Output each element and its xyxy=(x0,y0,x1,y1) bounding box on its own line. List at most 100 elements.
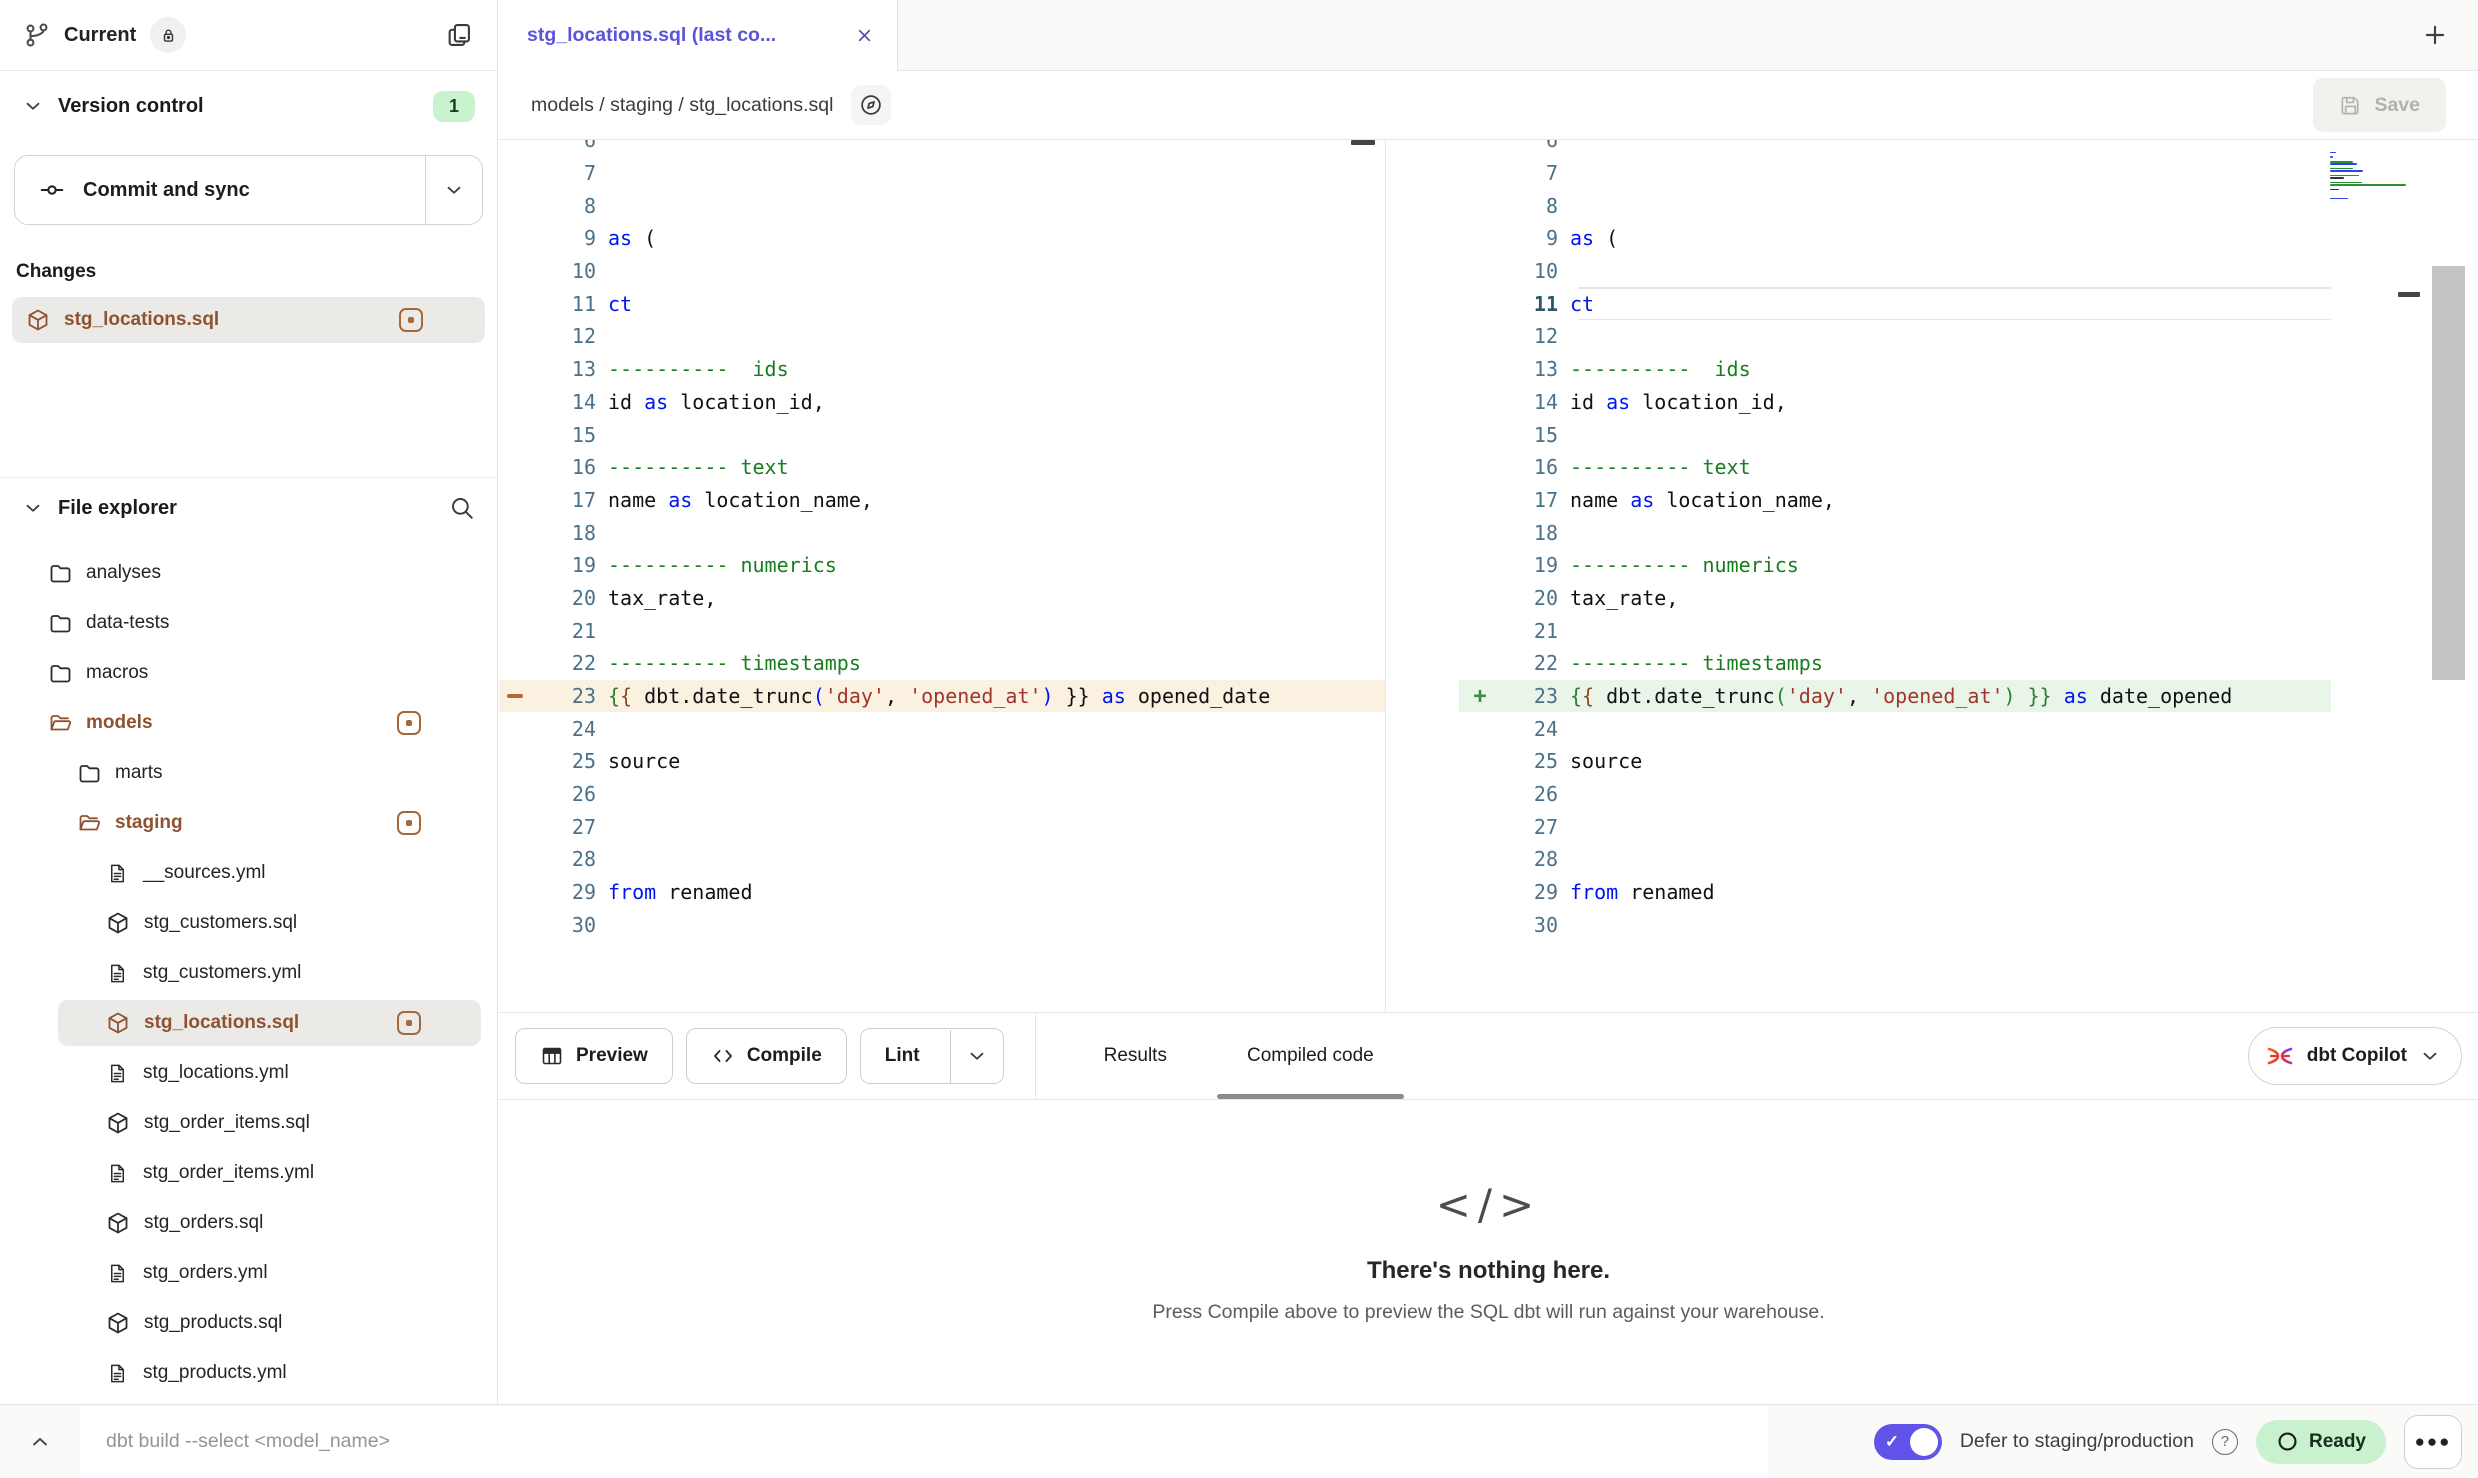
code-text: id as location_id, xyxy=(608,390,825,414)
vertical-scrollbar[interactable] xyxy=(2432,266,2465,680)
doc-icon xyxy=(106,1362,129,1385)
commit-and-sync-main[interactable]: Commit and sync xyxy=(15,156,425,224)
collapse-command-bar[interactable] xyxy=(0,1430,80,1454)
file-tree-item-stg-products-sql[interactable]: stg_products.sql xyxy=(0,1298,497,1348)
code-line-16: 16---------- text xyxy=(499,451,1385,484)
minimap[interactable] xyxy=(2330,145,2410,202)
code-text: name as location_name, xyxy=(608,488,873,512)
file-tree-item-stg-orders-yml[interactable]: stg_orders.yml xyxy=(0,1248,497,1298)
line-number: 25 xyxy=(499,749,596,773)
lineage-button[interactable] xyxy=(851,85,891,125)
code-line-25: 25source xyxy=(1459,745,2331,778)
version-control-header[interactable]: Version control 1 xyxy=(0,71,497,141)
status-bar: ✓ Defer to staging/production ? Ready ●●… xyxy=(0,1404,2478,1478)
code-line-16: 16---------- text xyxy=(1459,451,2331,484)
code-text: name as location_name, xyxy=(1570,488,1835,512)
file-tree-item-stg-orders-sql[interactable]: stg_orders.sql xyxy=(0,1198,497,1248)
file-tree-item-stg-order-items-sql[interactable]: stg_order_items.sql xyxy=(0,1098,497,1148)
line-number: 30 xyxy=(1459,913,1558,937)
code-text: id as location_id, xyxy=(1570,390,1787,414)
command-input[interactable] xyxy=(80,1406,1768,1478)
file-explorer-header[interactable]: File explorer xyxy=(0,478,497,538)
diff-pane-modified[interactable]: 6789as (1011ct1213---------- ids14id as … xyxy=(1459,140,2478,1012)
code-line-24: 24 xyxy=(499,712,1385,745)
lint-options-caret[interactable] xyxy=(950,1030,1003,1083)
copy-icon[interactable] xyxy=(445,21,473,49)
line-number: 6 xyxy=(1459,140,1558,152)
code-text: ct xyxy=(1570,292,1594,316)
version-control-title: Version control xyxy=(58,95,204,118)
file-tree-item-analyses[interactable]: analyses xyxy=(0,548,497,598)
file-tree-item-marts[interactable]: marts xyxy=(0,748,497,798)
code-line-23: 23{{ dbt.date_trunc('day', 'opened_at') … xyxy=(499,680,1385,713)
close-icon[interactable] xyxy=(854,25,875,46)
tab-results[interactable]: Results xyxy=(1064,1013,1207,1099)
code-text: tax_rate, xyxy=(608,586,716,610)
breadcrumb-bar: models / staging / stg_locations.sql Sav… xyxy=(499,71,2478,140)
empty-state-subtitle: Press Compile above to preview the SQL d… xyxy=(1152,1301,1824,1324)
file-tree-item-stg-products-yml[interactable]: stg_products.yml xyxy=(0,1348,497,1398)
file-tree-item-staging[interactable]: staging xyxy=(0,798,497,848)
line-number: 17 xyxy=(1459,488,1558,512)
code-line-13: 13---------- ids xyxy=(1459,353,2331,386)
preview-button[interactable]: Preview xyxy=(515,1028,673,1084)
file-tree-item--sources-yml[interactable]: __sources.yml xyxy=(0,848,497,898)
status-badge[interactable]: Ready xyxy=(2256,1420,2386,1464)
code-line-21: 21 xyxy=(1459,614,2331,647)
code-line-6: 6 xyxy=(1459,140,2331,157)
toggle-knob xyxy=(1910,1428,1938,1456)
code-icon xyxy=(711,1044,735,1068)
tab-compiled-code[interactable]: Compiled code xyxy=(1207,1013,1414,1099)
file-label: __sources.yml xyxy=(143,862,266,884)
file-tree-item-stg-customers-sql[interactable]: stg_customers.sql xyxy=(0,898,497,948)
line-number: 14 xyxy=(499,390,596,414)
save-icon xyxy=(2339,94,2362,117)
lint-button[interactable]: Lint xyxy=(860,1028,1004,1084)
line-number: 16 xyxy=(1459,455,1558,479)
help-icon[interactable]: ? xyxy=(2212,1429,2238,1455)
search-icon[interactable] xyxy=(449,495,475,521)
line-number: 14 xyxy=(1459,390,1558,414)
ellipsis-icon[interactable]: ●●● xyxy=(2404,1415,2462,1469)
dbt-copilot-button[interactable]: dbt Copilot xyxy=(2248,1027,2462,1085)
save-button[interactable]: Save xyxy=(2313,78,2446,132)
code-line-30: 30 xyxy=(1459,909,2331,942)
line-number: 21 xyxy=(1459,619,1558,643)
file-label: stg_order_items.yml xyxy=(143,1162,314,1184)
changes-count-badge: 1 xyxy=(433,91,475,122)
file-tree-item-stg-order-items-yml[interactable]: stg_order_items.yml xyxy=(0,1148,497,1198)
file-tree-item-data-tests[interactable]: data-tests xyxy=(0,598,497,648)
compile-button[interactable]: Compile xyxy=(686,1028,847,1084)
code-line-12: 12 xyxy=(499,320,1385,353)
code-line-22: 22---------- timestamps xyxy=(1459,647,2331,680)
file-tree-item-macros[interactable]: macros xyxy=(0,648,497,698)
line-number: 15 xyxy=(1459,423,1558,447)
code-line-6: 6 xyxy=(499,140,1385,157)
branch-name: Current xyxy=(64,24,136,47)
file-tree-item-stg-locations-yml[interactable]: stg_locations.yml xyxy=(0,1048,497,1098)
code-line-28: 28 xyxy=(499,843,1385,876)
file-tree-item-stg-customers-yml[interactable]: stg_customers.yml xyxy=(0,948,497,998)
folder-icon xyxy=(48,561,72,585)
changed-file-row[interactable]: stg_locations.sql xyxy=(12,297,485,343)
code-text: ---------- text xyxy=(608,455,789,479)
code-text: ct xyxy=(608,292,632,316)
commit-options-caret[interactable] xyxy=(425,156,482,224)
plus-icon[interactable] xyxy=(2422,22,2448,48)
modified-badge xyxy=(399,308,423,332)
diff-pane-original[interactable]: 6789as (1011ct1213---------- ids14id as … xyxy=(499,140,1386,1012)
file-tree-item-stg-locations-sql[interactable]: stg_locations.sql xyxy=(0,998,497,1048)
file-tree-item-models[interactable]: models xyxy=(0,698,497,748)
tab-stg-locations[interactable]: stg_locations.sql (last co... xyxy=(499,0,898,71)
tab-label: stg_locations.sql (last co... xyxy=(527,24,776,47)
file-label: marts xyxy=(115,762,163,784)
code-text: as ( xyxy=(608,226,656,250)
modified-badge xyxy=(397,1011,421,1035)
defer-toggle[interactable]: ✓ xyxy=(1874,1424,1942,1460)
tab-bar: stg_locations.sql (last co... xyxy=(499,0,2478,71)
doc-icon xyxy=(106,1262,129,1285)
code-line-20: 20tax_rate, xyxy=(499,582,1385,615)
chevron-down-icon xyxy=(443,179,465,201)
code-line-11: 11ct xyxy=(499,287,1385,320)
line-number: 25 xyxy=(1459,749,1558,773)
